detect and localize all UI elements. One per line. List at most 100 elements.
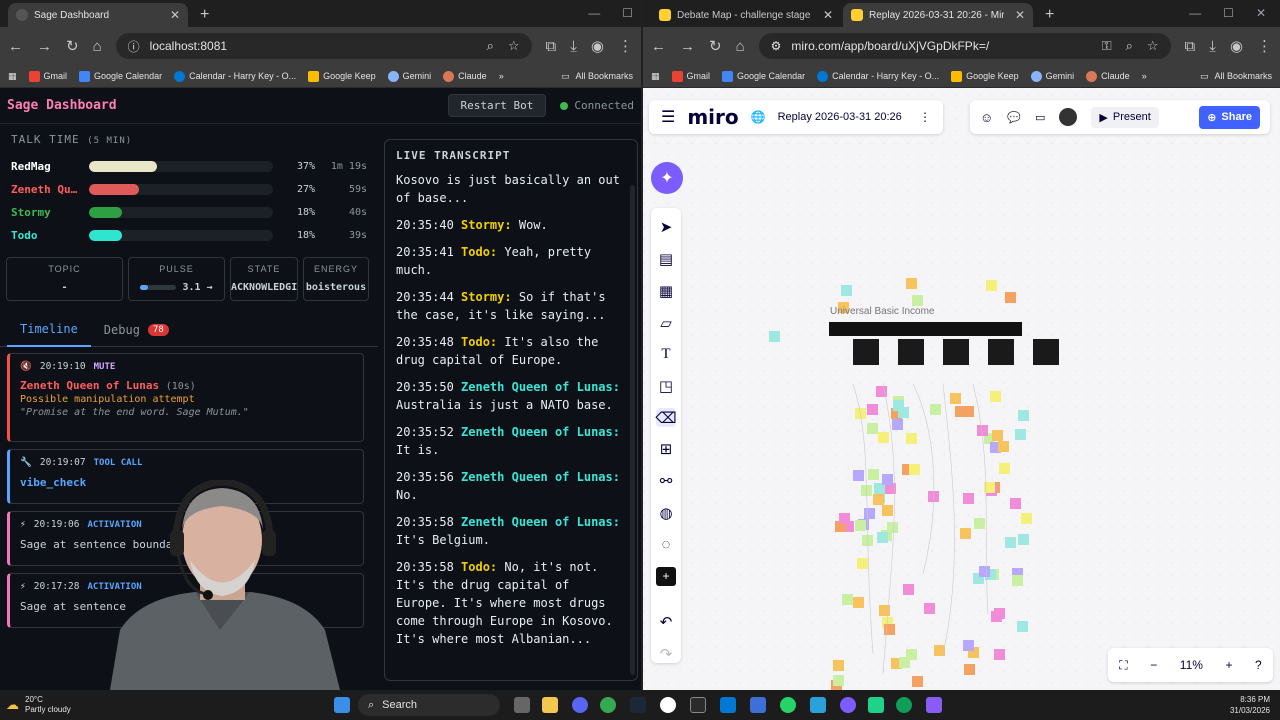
bookmark-keep[interactable]: Google Keep [308, 70, 376, 82]
zoom-icon[interactable]: ⌕ [1126, 38, 1133, 54]
maximize-icon[interactable]: ☐ [622, 6, 633, 20]
maximize-icon[interactable]: ☐ [1223, 6, 1234, 20]
restart-bot-button[interactable]: Restart Bot [447, 94, 547, 117]
bookmark-star-icon[interactable]: ☆ [1147, 38, 1159, 54]
avatar[interactable] [1059, 108, 1078, 126]
more-bookmarks-icon[interactable]: » [1142, 71, 1147, 81]
fit-screen-icon[interactable]: ⛶ [1119, 658, 1127, 673]
event-card[interactable]: 🔇 20:19:10 MUTE Zeneth Queen of Lunas (10s… [7, 353, 364, 442]
forward-icon[interactable]: → [37, 38, 52, 55]
bookmark-claude[interactable]: Claude [1086, 70, 1130, 82]
bookmark-outlook[interactable]: Calendar - Harry Key - O... [174, 70, 296, 82]
task-view-icon[interactable] [514, 697, 530, 713]
add-icon[interactable]: + [656, 566, 676, 586]
reload-icon[interactable]: ↻ [66, 37, 79, 55]
reactions-icon[interactable]: ☺ [980, 110, 993, 125]
share-button[interactable]: ⊕ Share [1199, 105, 1260, 129]
extensions-icon[interactable]: ⧉ [1185, 38, 1196, 55]
present-button[interactable]: ▶ Present [1091, 106, 1159, 128]
download-icon[interactable]: ⤓ [1209, 38, 1216, 55]
back-icon[interactable]: ← [8, 38, 23, 55]
ai-sidekick-icon[interactable]: ✦ [651, 162, 683, 194]
comment-icon[interactable]: 💬 [1007, 111, 1021, 124]
miro-logo[interactable]: miro [687, 105, 738, 129]
file-explorer-icon[interactable] [542, 697, 558, 713]
github-icon[interactable] [660, 697, 676, 713]
video-icon[interactable]: ▭ [1035, 111, 1045, 124]
bookmark-outlook[interactable]: Calendar - Harry Key - O... [817, 70, 939, 82]
tab-sage-dashboard[interactable]: Sage Dashboard ✕ [8, 3, 188, 27]
bookmark-gmail[interactable]: Gmail [28, 70, 67, 82]
vscode-icon[interactable] [720, 697, 736, 713]
shapes-icon[interactable]: ◳ [656, 377, 676, 396]
hamburger-menu-icon[interactable]: ☰ [661, 107, 675, 127]
menu-icon[interactable]: ⋮ [1257, 37, 1272, 55]
new-tab-icon[interactable]: + [1035, 6, 1064, 27]
app-icon[interactable] [840, 697, 856, 713]
forward-icon[interactable]: → [680, 38, 695, 55]
help-icon[interactable]: ? [1255, 658, 1262, 672]
close-window-icon[interactable]: ✕ [1256, 6, 1266, 20]
reload-icon[interactable]: ↻ [709, 37, 722, 55]
apps-icon[interactable]: ▦ [8, 71, 17, 82]
menu-icon[interactable]: ⋮ [618, 37, 633, 55]
download-icon[interactable]: ⤓ [570, 38, 577, 55]
bookmark-star-icon[interactable]: ☆ [508, 38, 520, 54]
tab-replay[interactable]: Replay 2026-03-31 20:26 - Miro ✕ [843, 3, 1033, 27]
site-info-icon[interactable]: ⓘ [128, 38, 140, 55]
apps-icon[interactable]: ◍ [656, 503, 676, 522]
comment-icon[interactable]: ◌ [656, 535, 676, 554]
steam-icon[interactable] [630, 697, 646, 713]
undo-icon[interactable]: ↶ [656, 613, 676, 632]
whatsapp-icon[interactable] [780, 697, 796, 713]
back-icon[interactable]: ← [651, 38, 666, 55]
weather-widget[interactable]: ☁ 20°C Partly cloudy [0, 695, 71, 715]
close-tab-icon[interactable]: ✕ [1015, 8, 1025, 22]
taskbar-search[interactable]: ⌕ Search [358, 694, 500, 716]
app-icon[interactable] [926, 697, 942, 713]
eraser-icon[interactable]: ⌫ [655, 408, 677, 428]
app-icon[interactable] [896, 697, 912, 713]
start-icon[interactable] [334, 697, 350, 713]
close-tab-icon[interactable]: ✕ [823, 8, 833, 22]
zoom-in-icon[interactable]: + [1225, 658, 1232, 672]
discord-icon[interactable] [572, 697, 588, 713]
bookmark-keep[interactable]: Google Keep [951, 70, 1019, 82]
more-bookmarks-icon[interactable]: » [499, 71, 504, 81]
bookmark-gmail[interactable]: Gmail [671, 70, 710, 82]
minimize-icon[interactable]: — [588, 6, 600, 20]
text-icon[interactable]: T [656, 345, 676, 364]
templates-icon[interactable]: ▤ [656, 250, 676, 269]
apps-icon[interactable]: ▦ [651, 71, 660, 82]
sticky-note-icon[interactable]: ▱ [656, 313, 676, 332]
new-tab-icon[interactable]: + [190, 6, 219, 27]
zoom-icon[interactable]: ⌕ [487, 38, 494, 54]
transcript-scrollbar[interactable] [630, 185, 635, 675]
redo-icon[interactable]: ↷ [656, 644, 676, 663]
close-tab-icon[interactable]: ✕ [170, 8, 180, 22]
miro-board-canvas[interactable]: Universal Basic Income [643, 94, 1280, 690]
extensions-icon[interactable]: ⧉ [546, 38, 557, 55]
profile-icon[interactable]: ◉ [591, 37, 604, 55]
tab-timeline[interactable]: Timeline [7, 313, 91, 347]
zoom-level[interactable]: 11% [1180, 658, 1203, 672]
app-icon[interactable] [868, 697, 884, 713]
more-options-icon[interactable]: ⋮ [919, 110, 931, 124]
minimize-icon[interactable]: — [1189, 6, 1201, 20]
profile-icon[interactable]: ◉ [1230, 37, 1243, 55]
home-icon[interactable]: ⌂ [736, 38, 745, 55]
bookmark-calendar[interactable]: Google Calendar [79, 70, 162, 82]
bookmark-claude[interactable]: Claude [443, 70, 487, 82]
bookmark-gemini[interactable]: Gemini [1030, 70, 1074, 82]
bookmark-gemini[interactable]: Gemini [387, 70, 431, 82]
all-bookmarks[interactable]: ▭ All Bookmarks [1200, 71, 1272, 82]
address-bar[interactable]: ⚙ miro.com/app/board/uXjVGpDkFPk=/ ⚿ ⌕ ☆ [758, 33, 1171, 59]
tab-debate-map[interactable]: Debate Map - challenge stage - Miro ✕ [651, 3, 841, 27]
address-bar[interactable]: ⓘ localhost:8081 ⌕ ☆ [115, 33, 532, 59]
chrome-icon[interactable] [600, 697, 616, 713]
select-cursor-icon[interactable]: ➤ [656, 218, 676, 237]
terminal-icon[interactable] [690, 697, 706, 713]
tab-debug[interactable]: Debug 78 [91, 313, 182, 347]
notepad-icon[interactable] [750, 697, 766, 713]
board-name[interactable]: Replay 2026-03-31 20:26 [778, 111, 902, 123]
